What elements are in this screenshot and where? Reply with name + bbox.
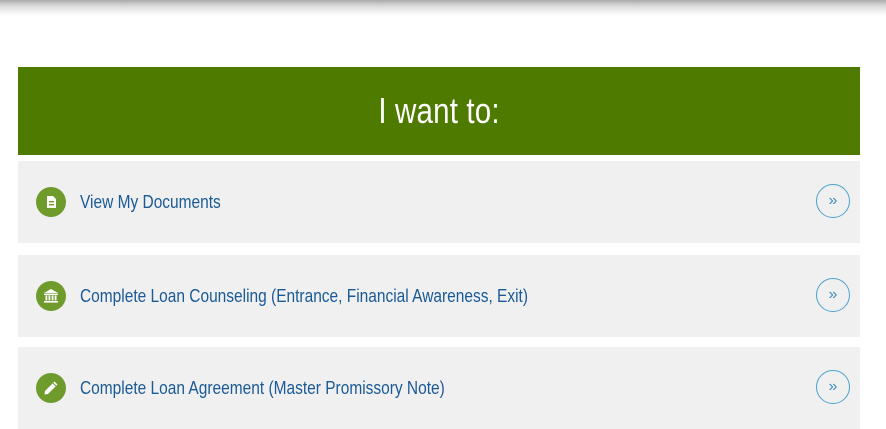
chevron-right-icon[interactable]: » [816, 184, 850, 218]
chevron-right-icon[interactable]: » [816, 370, 850, 404]
item-label: Complete Loan Agreement (Master Promisso… [80, 377, 445, 398]
complete-loan-counseling-item[interactable]: Complete Loan Counseling (Entrance, Fina… [18, 255, 860, 337]
item-label: View My Documents [80, 191, 221, 212]
chevron-right-icon[interactable]: » [816, 278, 850, 312]
view-my-documents-item[interactable]: View My Documents » [18, 161, 860, 243]
panel-title: I want to: [378, 90, 500, 131]
complete-loan-agreement-item[interactable]: Complete Loan Agreement (Master Promisso… [18, 347, 860, 429]
pencil-icon [36, 373, 66, 403]
panel-header: I want to: [18, 67, 860, 155]
bank-icon [36, 281, 66, 311]
i-want-to-panel: I want to: View My Documents » Complete … [18, 67, 860, 429]
top-shadow [0, 0, 886, 16]
item-label: Complete Loan Counseling (Entrance, Fina… [80, 285, 529, 306]
document-icon [36, 187, 66, 217]
